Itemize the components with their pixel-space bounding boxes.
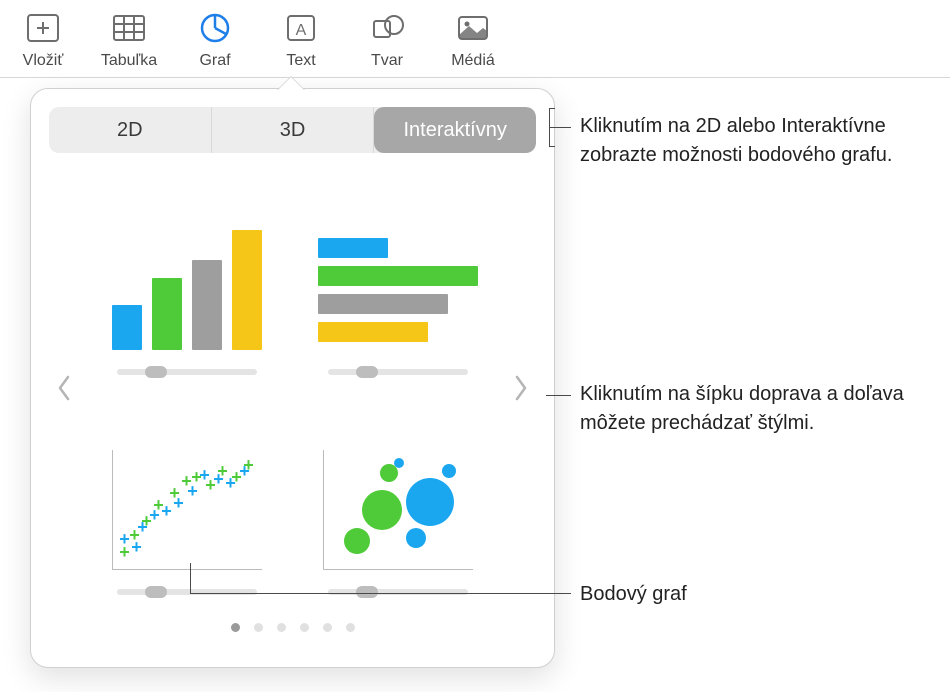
toolbar-label: Tabuľka (101, 52, 157, 70)
toolbar-text[interactable]: A Text (258, 6, 344, 70)
chart-icon (193, 8, 237, 48)
callout-bracket (549, 108, 555, 109)
chart-grid-area (49, 153, 536, 623)
toolbar-media[interactable]: Médiá (430, 6, 516, 70)
callout-text: Kliknutím na šípku doprava a doľava môže… (580, 380, 940, 438)
toolbar-label: Text (286, 52, 315, 70)
callout-line (190, 563, 191, 593)
tab-interactive[interactable]: Interaktívny (374, 107, 536, 153)
svg-text:A: A (296, 22, 307, 39)
nav-prev-arrow[interactable] (49, 358, 79, 418)
toolbar-insert[interactable]: Vložiť (0, 6, 86, 70)
text-icon: A (279, 8, 323, 48)
shape-icon (365, 8, 409, 48)
chart-preview (107, 440, 267, 570)
page-dots (49, 623, 536, 632)
callout-text: Kliknutím na 2D alebo Interaktívne zobra… (580, 112, 940, 170)
chart-slider[interactable] (328, 366, 468, 378)
table-icon (107, 8, 151, 48)
toolbar-label: Graf (199, 52, 230, 70)
toolbar-table[interactable]: Tabuľka (86, 6, 172, 70)
chart-slider[interactable] (328, 586, 468, 598)
toolbar-shape[interactable]: Tvar (344, 6, 430, 70)
chart-option-bubble[interactable] (308, 398, 489, 598)
toolbar: Vložiť Tabuľka Graf A (0, 0, 950, 78)
chart-grid (79, 153, 506, 623)
chart-slider[interactable] (117, 586, 257, 598)
chart-preview (318, 220, 478, 350)
callout-bracket (549, 146, 555, 147)
chart-popover: 2D 3D Interaktívny (30, 88, 555, 668)
callout-line (549, 127, 571, 128)
page-dot[interactable] (254, 623, 263, 632)
page-dot[interactable] (300, 623, 309, 632)
page-dot[interactable] (277, 623, 286, 632)
toolbar-chart[interactable]: Graf (172, 6, 258, 70)
page-dot[interactable] (323, 623, 332, 632)
chart-type-segmented: 2D 3D Interaktívny (49, 107, 536, 153)
chart-preview (318, 440, 478, 570)
callout-text: Bodový graf (580, 580, 687, 609)
chart-preview (107, 220, 267, 350)
callout-line (546, 395, 571, 396)
page-dot[interactable] (346, 623, 355, 632)
tab-3d[interactable]: 3D (212, 107, 375, 153)
chart-option-bar[interactable] (308, 178, 489, 378)
toolbar-label: Médiá (451, 52, 495, 70)
callout-line (190, 593, 571, 594)
page-dot[interactable] (231, 623, 240, 632)
nav-next-arrow[interactable] (506, 358, 536, 418)
chart-option-column[interactable] (97, 178, 278, 378)
insert-icon (21, 8, 65, 48)
tab-2d[interactable]: 2D (49, 107, 212, 153)
toolbar-label: Tvar (371, 52, 403, 70)
toolbar-label: Vložiť (23, 52, 64, 70)
chart-slider[interactable] (117, 366, 257, 378)
chart-option-scatter[interactable] (97, 398, 278, 598)
media-icon (451, 8, 495, 48)
